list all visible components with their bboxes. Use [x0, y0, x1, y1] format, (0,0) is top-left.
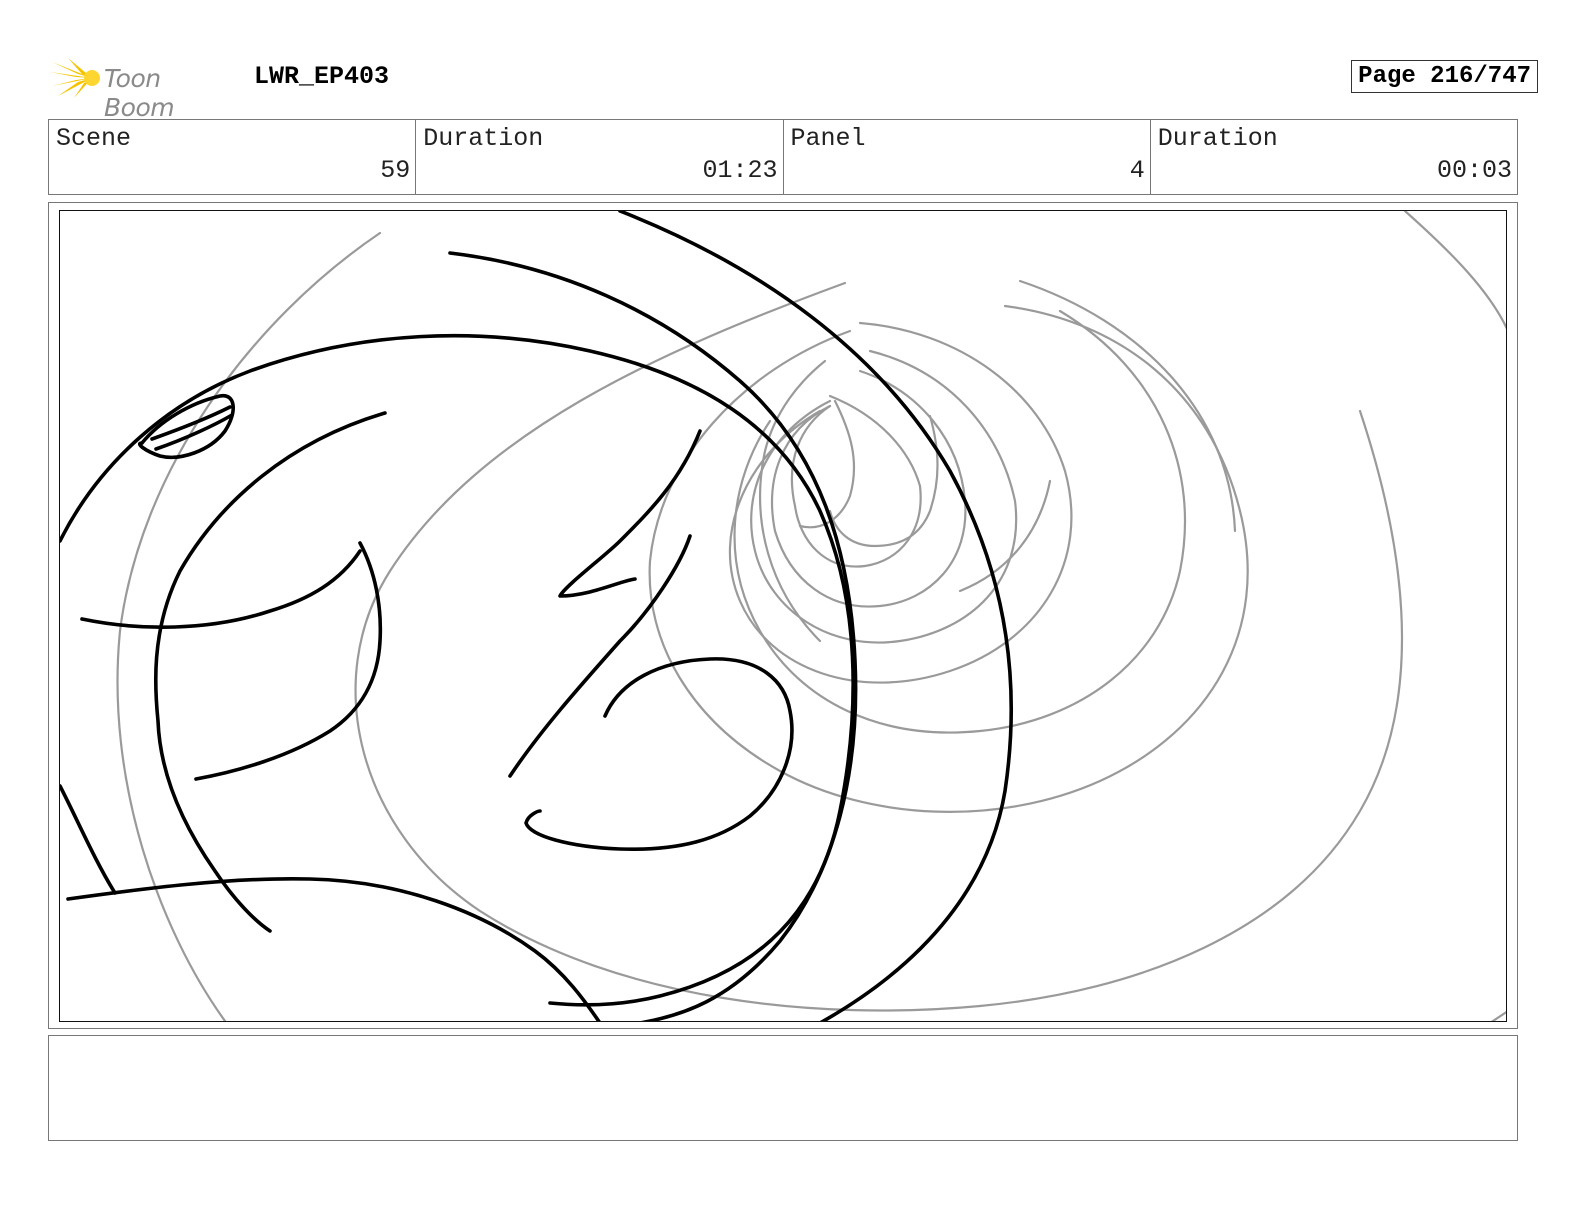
page-header: Toon Boom LWR_EP403 Page 216/747 [48, 52, 1538, 122]
storyboard-panel-image [59, 210, 1507, 1022]
scene-duration-value: 01:23 [702, 156, 778, 185]
logo-wordmark: Toon Boom [104, 64, 175, 122]
sketch-drawing [60, 211, 1506, 1021]
panel-duration-value: 00:03 [1436, 156, 1512, 185]
scene-label: Scene [56, 124, 132, 153]
panel-duration-label: Duration [1157, 124, 1278, 153]
toon-boom-logo: Toon Boom [48, 56, 238, 122]
panel-notes [48, 1035, 1518, 1141]
scene-value: 59 [380, 156, 411, 185]
scene-cell: Scene 59 [49, 120, 417, 194]
panel-label: Panel [790, 124, 866, 153]
panel-duration-cell: Duration 00:03 [1151, 120, 1517, 194]
starburst-icon [50, 58, 100, 98]
scene-duration-label: Duration [423, 124, 544, 153]
storyboard-panel-frame [48, 202, 1518, 1029]
project-title: LWR_EP403 [254, 62, 390, 91]
page-number: Page 216/747 [1351, 60, 1538, 93]
scene-info-table: Scene 59 Duration 01:23 Panel 4 Duration… [48, 119, 1518, 195]
panel-value: 4 [1129, 156, 1145, 185]
panel-cell: Panel 4 [784, 120, 1151, 194]
scene-duration-cell: Duration 01:23 [416, 120, 784, 194]
